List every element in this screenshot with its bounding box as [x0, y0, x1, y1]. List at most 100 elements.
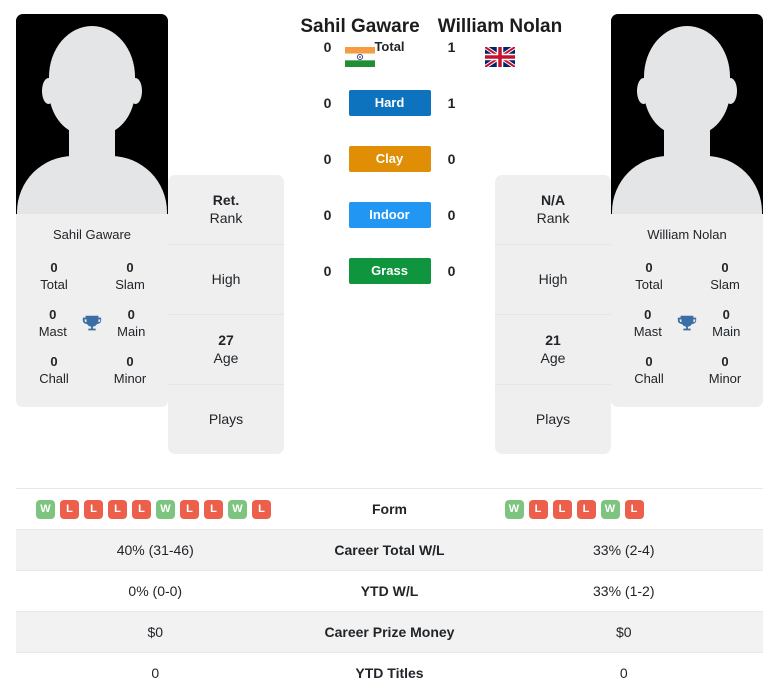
left-age-value: 27 [218, 332, 234, 348]
surface-badge-clay: Clay [348, 146, 431, 172]
titles-row-2: 0 Mast 0 Main [24, 301, 160, 348]
form-badge-loss: L [552, 499, 572, 519]
avatar-shoulders [17, 156, 167, 214]
title-total-count: 0 [645, 260, 653, 275]
title-slam-label: Slam [710, 277, 740, 292]
right-form-cell: WLLLWL [485, 499, 764, 519]
stats-row-career-total-wl: 40% (31-46) Career Total W/L 33% (2-4) [16, 529, 763, 570]
h2h-row-indoor: 0 Indoor 0 [290, 187, 489, 243]
h2h-row-total: 0 Total 1 [290, 19, 489, 75]
h2h-indoor-mid: Indoor [348, 202, 431, 228]
left-titles-grid: 0 Total 0 Slam 0 Mast 0 Main 0 Chall 0 M… [16, 254, 168, 407]
title-minor-label: Minor [113, 371, 147, 386]
left-rank-label: Rank [209, 210, 243, 226]
right-ytd-titles: 0 [619, 665, 628, 681]
right-rank-value: N/A [540, 192, 566, 208]
h2h-hard-left-score: 0 [323, 95, 332, 111]
h2h-grass-mid: Grass [348, 258, 431, 284]
united-kingdom-flag-icon [485, 47, 515, 67]
avatar-shoulders [612, 156, 762, 214]
form-badge-loss: L [624, 499, 644, 519]
form-badge-loss: L [84, 499, 103, 519]
title-main: 0 Main [699, 307, 753, 340]
stats-label-career-total-wl: Career Total W/L [334, 542, 445, 558]
left-player-photo [16, 14, 168, 214]
form-badge-win: W [156, 499, 175, 519]
right-player-photo-name: William Nolan [611, 214, 763, 254]
title-total-label: Total [40, 277, 68, 292]
left-career-prize-money: $0 [147, 624, 164, 640]
left-player-photo-name: Sahil Gaware [16, 214, 168, 254]
left-rank-value: Ret. [212, 192, 240, 208]
player-comparison-page: Sahil Gaware 0 Total 0 Slam 0 Mast 0 Mai… [0, 0, 779, 699]
title-chall-count: 0 [50, 354, 58, 369]
left-age-label: Age [213, 350, 239, 366]
form-badge-win: W [36, 499, 55, 519]
title-slam-label: Slam [115, 277, 145, 292]
stats-comparison-table: WLLLLWLLWL Form WLLLWL 40% (31-46) Caree… [16, 488, 763, 693]
trophy-icon [675, 311, 700, 337]
left-player-card[interactable]: Sahil Gaware 0 Total 0 Slam 0 Mast 0 Mai… [16, 14, 168, 407]
left-age-cell: 27 Age [168, 315, 284, 385]
title-main: 0 Main [104, 307, 158, 340]
right-ytd-wl: 33% (1-2) [593, 583, 655, 599]
title-total-count: 0 [50, 260, 58, 275]
title-mast-label: Mast [633, 324, 662, 339]
title-main-label: Main [117, 324, 146, 339]
stats-label-career-prize-money: Career Prize Money [324, 624, 455, 640]
h2h-grass-left-score: 0 [323, 263, 332, 279]
right-age-label: Age [540, 350, 566, 366]
form-badge-loss: L [528, 499, 548, 519]
head-to-head-list: 0 Total 1 0 Hard 1 0 Clay 0 0 Indoor 0 0… [290, 19, 489, 299]
titles-row-2: 0 Mast 0 Main [619, 301, 755, 348]
head-to-head-column: Sahil Gaware William Nolan 0 Total 1 0 H… [284, 14, 562, 299]
right-high-label: High [538, 271, 568, 287]
surface-badge-indoor: Indoor [348, 202, 431, 228]
h2h-total-left-score: 0 [323, 39, 332, 55]
title-minor: 0 Minor [102, 354, 158, 387]
h2h-row-clay: 0 Clay 0 [290, 131, 489, 187]
comparison-header-area: Sahil Gaware 0 Total 0 Slam 0 Mast 0 Mai… [0, 0, 779, 470]
right-info-column: N/A Rank High 21 Age Plays [495, 175, 611, 454]
left-ytd-titles: 0 [151, 665, 160, 681]
left-player-column: Sahil Gaware 0 Total 0 Slam 0 Mast 0 Mai… [16, 14, 168, 407]
stats-label-form: Form [372, 501, 407, 517]
trophy-icon [80, 311, 105, 337]
form-badge-loss: L [204, 499, 223, 519]
right-player-card[interactable]: William Nolan 0 Total 0 Slam 0 Mast 0 Ma… [611, 14, 763, 407]
title-total: 0 Total [621, 260, 677, 293]
h2h-total-mid: Total [349, 34, 431, 60]
form-badge-win: W [600, 499, 620, 519]
title-total-label: Total [635, 277, 663, 292]
stats-row-ytd-titles: 0 YTD Titles 0 [16, 652, 763, 693]
avatar-ear-right [129, 78, 142, 104]
left-info-column: Ret. Rank High 27 Age Plays [168, 175, 284, 454]
title-minor-count: 0 [721, 354, 729, 369]
title-chall: 0 Chall [621, 354, 677, 387]
surface-badge-hard: Hard [348, 90, 431, 116]
h2h-clay-right-score: 0 [447, 151, 456, 167]
title-slam: 0 Slam [697, 260, 753, 293]
stats-label-ytd-wl: YTD W/L [360, 583, 419, 599]
title-total: 0 Total [26, 260, 82, 293]
title-minor-count: 0 [126, 354, 134, 369]
h2h-row-hard: 0 Hard 1 [290, 75, 489, 131]
title-slam-count: 0 [126, 260, 134, 275]
h2h-indoor-left-score: 0 [323, 207, 332, 223]
title-mast-count: 0 [644, 307, 652, 322]
left-plays-label: Plays [208, 411, 244, 427]
right-rank-label: Rank [536, 210, 570, 226]
title-chall-label: Chall [634, 371, 664, 386]
h2h-clay-mid: Clay [348, 146, 431, 172]
left-high-label: High [211, 271, 241, 287]
right-plays-cell: Plays [495, 385, 611, 454]
stats-row-career-prize-money: $0 Career Prize Money $0 [16, 611, 763, 652]
h2h-hard-right-score: 1 [447, 95, 456, 111]
title-main-label: Main [712, 324, 741, 339]
form-badge-loss: L [180, 499, 199, 519]
right-age-cell: 21 Age [495, 315, 611, 385]
title-mast: 0 Mast [26, 307, 80, 340]
h2h-total-label: Total [374, 39, 405, 54]
title-mast: 0 Mast [621, 307, 675, 340]
form-badge-loss: L [108, 499, 127, 519]
